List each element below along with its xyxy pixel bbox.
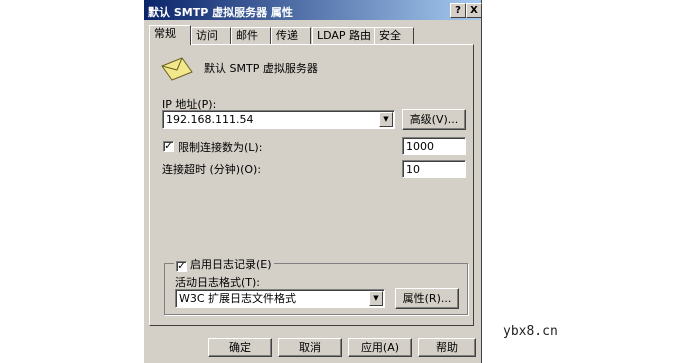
help-title-button[interactable]: ? xyxy=(450,3,466,18)
title-bar[interactable]: 默认 SMTP 虚拟服务器 属性 ? X xyxy=(144,0,482,20)
apply-button[interactable]: 应用(A) xyxy=(348,338,412,357)
properties-dialog: 默认 SMTP 虚拟服务器 属性 ? X 常规 访问 邮件 传递 LDAP 路由… xyxy=(143,0,482,363)
tab-security[interactable]: 安全 xyxy=(374,27,414,44)
close-button[interactable]: X xyxy=(466,3,482,18)
tab-general[interactable]: 常规 xyxy=(149,25,191,45)
timeout-label: 连接超时 (分钟)(O): xyxy=(162,163,262,176)
advanced-button[interactable]: 高级(V)... xyxy=(402,109,466,130)
ip-address-value: 192.168.111.54 xyxy=(166,113,254,126)
log-format-value: W3C 扩展日志文件格式 xyxy=(179,292,297,305)
logging-legend: ✓ 启用日志记录(E) xyxy=(174,256,274,272)
cancel-button[interactable]: 取消 xyxy=(278,338,342,357)
watermark: ybx8.cn xyxy=(503,324,558,339)
log-format-select[interactable]: W3C 扩展日志文件格式 ▼ xyxy=(175,289,385,308)
help-button[interactable]: 帮助 xyxy=(418,338,476,357)
limit-connections-input[interactable]: 1000 xyxy=(402,137,466,155)
limit-connections-label: 限制连接数为(L): xyxy=(178,141,263,154)
tab-delivery[interactable]: 传递 xyxy=(271,27,311,44)
envelope-icon xyxy=(161,57,193,81)
tab-messages[interactable]: 邮件 xyxy=(231,27,271,44)
limit-connections-checkbox[interactable]: ✓ xyxy=(163,141,174,152)
logging-group: ✓ 启用日志记录(E) 活动日志格式(T): W3C 扩展日志文件格式 ▼ 属性(… xyxy=(164,256,468,315)
ip-address-select[interactable]: 192.168.111.54 ▼ xyxy=(162,110,395,129)
chevron-down-icon[interactable]: ▼ xyxy=(369,291,383,306)
chevron-down-icon[interactable]: ▼ xyxy=(379,112,393,127)
tab-access[interactable]: 访问 xyxy=(191,27,231,44)
enable-logging-checkbox[interactable]: ✓ xyxy=(176,261,187,272)
ok-button[interactable]: 确定 xyxy=(208,338,272,357)
log-format-label: 活动日志格式(T): xyxy=(175,276,261,289)
server-name: 默认 SMTP 虚拟服务器 xyxy=(204,62,318,75)
general-tab-panel: 默认 SMTP 虚拟服务器 IP 地址(P): 192.168.111.54 ▼… xyxy=(149,44,474,326)
timeout-input[interactable]: 10 xyxy=(402,160,466,178)
log-properties-button[interactable]: 属性(R)... xyxy=(395,288,459,309)
enable-logging-label: 启用日志记录(E) xyxy=(190,258,272,271)
window-title: 默认 SMTP 虚拟服务器 属性 xyxy=(148,6,293,19)
tab-ldap-routing[interactable]: LDAP 路由 xyxy=(312,27,378,44)
